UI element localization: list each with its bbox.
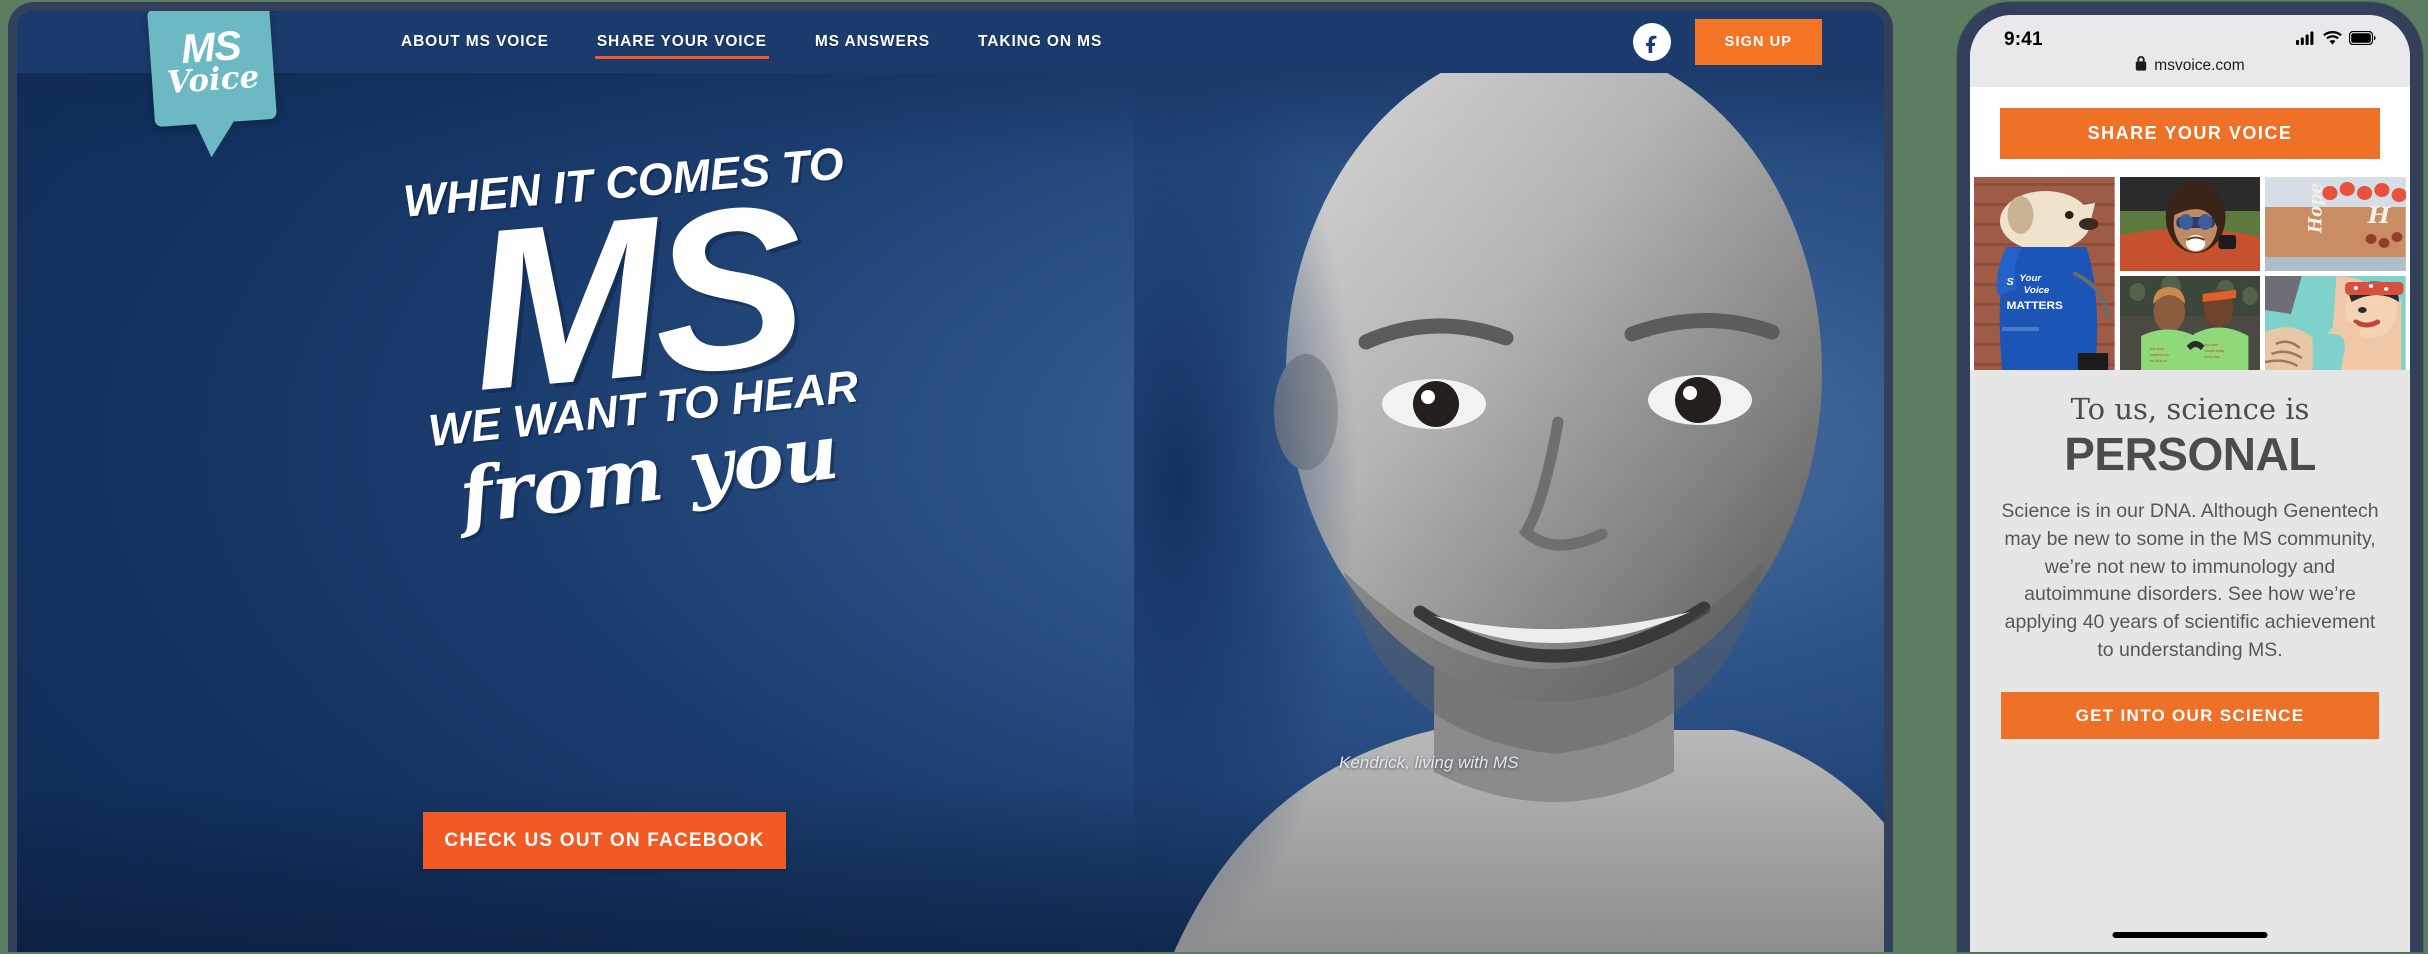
mobile-screen: 9:41 msvoice.com SHARE YOUR VOICE S Your… xyxy=(1970,15,2410,952)
science-eyebrow-text: To us, science is xyxy=(2070,392,2310,426)
mobile-browser-chrome: 9:41 msvoice.com xyxy=(1970,15,2410,87)
svg-text:this story: this story xyxy=(2150,347,2164,351)
nav-link-ms-answers[interactable]: MS ANSWERS xyxy=(791,11,954,73)
svg-text:counts today: counts today xyxy=(2204,349,2224,353)
signal-bars-icon xyxy=(2296,31,2316,50)
facebook-icon[interactable] xyxy=(1632,23,1671,61)
science-headline: PERSONAL xyxy=(2064,427,2316,480)
ms-voice-logo[interactable]: MS Voice xyxy=(147,11,277,128)
get-into-our-science-button[interactable]: GET INTO OUR SCIENCE xyxy=(2001,692,2379,740)
battery-icon xyxy=(2348,30,2376,50)
collage-photo-dog-in-blue-shirt[interactable]: S Your Voice MATTERS xyxy=(1974,177,2115,370)
svg-text:Hope: Hope xyxy=(2305,183,2327,234)
collage-photo-woman-with-sunglasses[interactable] xyxy=(2119,177,2261,271)
home-indicator xyxy=(2112,932,2268,938)
nav-link-about-ms-voice[interactable]: ABOUT MS VOICE xyxy=(377,11,573,73)
screenshot-canvas: Kendrick, living with MS WHEN IT COMES T… xyxy=(0,0,2428,954)
svg-text:Your: Your xyxy=(2019,273,2042,283)
photo-collage: S Your Voice MATTERS Hope H this story m… xyxy=(1970,177,2410,370)
mobile-device-mockup: 9:41 msvoice.com SHARE YOUR VOICE S Your… xyxy=(1957,2,2423,952)
hero-portrait-photo xyxy=(1134,12,1884,952)
nav-actions: SIGN UP xyxy=(1632,11,1884,73)
mobile-share-your-voice-button[interactable]: SHARE YOUR VOICE xyxy=(2000,108,2380,159)
check-us-out-on-facebook-button[interactable]: CHECK US OUT ON FACEBOOK xyxy=(423,812,786,869)
primary-navigation: ABOUT MS VOICE SHARE YOUR VOICE MS ANSWE… xyxy=(17,11,1884,73)
status-icons xyxy=(2296,30,2376,50)
nav-link-list: ABOUT MS VOICE SHARE YOUR VOICE MS ANSWE… xyxy=(377,11,1126,73)
mobile-url-text: msvoice.com xyxy=(2154,57,2245,74)
desktop-browser-window: Kendrick, living with MS WHEN IT COMES T… xyxy=(8,2,1893,952)
mobile-page-content: SHARE YOUR VOICE S Your Voice MATTERS Ho… xyxy=(1970,91,2410,952)
collage-photo-hope-sign[interactable]: Hope H xyxy=(2265,177,2406,271)
mobile-url-bar[interactable]: msvoice.com xyxy=(1970,53,2410,79)
nav-link-share-your-voice[interactable]: SHARE YOUR VOICE xyxy=(573,11,791,73)
desktop-viewport: Kendrick, living with MS WHEN IT COMES T… xyxy=(17,11,1884,952)
svg-text:S: S xyxy=(2006,277,2013,288)
svg-text:every day: every day xyxy=(2204,355,2219,359)
collage-photo-rosie-riveter-illustration[interactable] xyxy=(2265,276,2406,370)
svg-text:H: H xyxy=(2367,203,2392,229)
svg-text:for all of us: for all of us xyxy=(2150,359,2167,363)
science-body-text: Science is in our DNA. Although Genentec… xyxy=(2001,500,2379,661)
science-section: To us, science is PERSONAL Science is in… xyxy=(1970,370,2410,952)
svg-text:matters now: matters now xyxy=(2150,353,2169,357)
wifi-icon xyxy=(2323,30,2342,50)
logo-voice-text: Voice xyxy=(165,58,261,102)
hero-headline: WHEN IT COMES TO MS WE WANT TO HEAR from… xyxy=(363,137,912,541)
collage-photo-two-women-green-shirts[interactable]: this story matters now for all of us my v… xyxy=(2119,276,2261,370)
svg-text:my voice: my voice xyxy=(2204,343,2218,347)
portrait-caption: Kendrick, living with MS xyxy=(1339,753,1519,772)
lock-icon xyxy=(2135,56,2147,76)
status-time: 9:41 xyxy=(2004,29,2043,50)
svg-text:Voice: Voice xyxy=(2024,285,2050,295)
nav-link-taking-on-ms[interactable]: TAKING ON MS xyxy=(954,11,1126,73)
svg-text:MATTERS: MATTERS xyxy=(2006,300,2063,312)
status-bar: 9:41 xyxy=(1970,27,2410,53)
sign-up-button[interactable]: SIGN UP xyxy=(1694,19,1822,65)
